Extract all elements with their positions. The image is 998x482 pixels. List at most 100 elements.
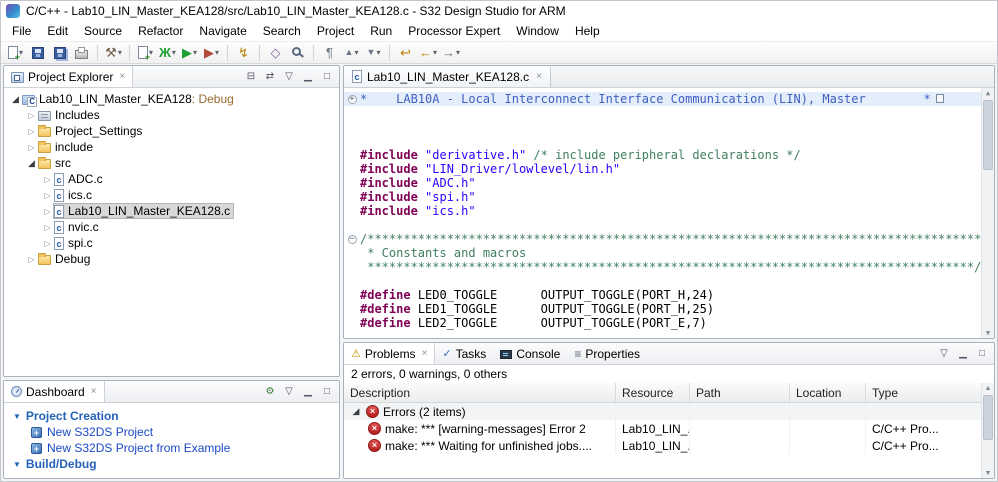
maximize-button[interactable]: □ (319, 69, 335, 85)
run-button[interactable]: ▶ ▾ (179, 43, 200, 63)
menu-search[interactable]: Search (255, 22, 309, 40)
new-c-file-button[interactable]: ▾ (135, 43, 156, 63)
column-location[interactable]: Location (790, 383, 866, 402)
menu-processor-expert[interactable]: Processor Expert (400, 22, 508, 40)
tree-item-debug[interactable]: ▷ Debug (4, 251, 339, 267)
previous-annotation-button[interactable]: ▲ ▾ (341, 43, 362, 63)
chevron-collapsed-icon[interactable]: ▷ (25, 111, 38, 120)
chevron-collapsed-icon[interactable]: ▷ (25, 127, 38, 136)
column-description[interactable]: Description (344, 383, 616, 402)
menu-source[interactable]: Source (76, 22, 130, 40)
chevron-collapsed-icon[interactable]: ▷ (41, 175, 54, 184)
code-editor[interactable]: + * LAB10A - Local Interconnect Interface… (344, 88, 994, 338)
link-new-s32ds-project-from-example[interactable]: New S32DS Project from Example (13, 440, 339, 456)
section-project-creation[interactable]: ▼ Project Creation (13, 408, 339, 424)
tree-item-project-settings[interactable]: ▷ Project_Settings (4, 123, 339, 139)
tab-project-explorer[interactable]: Project Explorer × (4, 66, 134, 87)
tree-item-include[interactable]: ▷ include (4, 139, 339, 155)
tree-item-spi-c[interactable]: ▷ spi.c (4, 235, 339, 251)
chevron-collapsed-icon[interactable]: ▷ (41, 239, 54, 248)
chevron-expanded-icon[interactable]: ◢ (350, 406, 362, 417)
problem-row[interactable]: × make: *** Waiting for unfinished jobs..… (344, 437, 994, 454)
scroll-down-icon[interactable]: ▼ (982, 328, 994, 338)
maximize-button[interactable]: □ (319, 384, 335, 400)
column-path[interactable]: Path (690, 383, 790, 402)
link-with-editor-button[interactable]: ⇄ (262, 69, 278, 85)
menu-file[interactable]: File (4, 22, 39, 40)
menu-window[interactable]: Window (508, 22, 567, 40)
show-whitespace-button[interactable]: ¶ (319, 43, 340, 63)
close-icon[interactable]: × (536, 71, 542, 82)
tree-item-main-c[interactable]: ▷ Lab10_LIN_Master_KEA128.c (4, 203, 339, 219)
forward-button[interactable]: → ▾ (440, 43, 462, 63)
search-button[interactable] (287, 43, 308, 63)
tab-editor-main-c[interactable]: Lab10_LIN_Master_KEA128.c × (344, 66, 551, 87)
column-resource[interactable]: Resource (616, 383, 690, 402)
section-build-debug[interactable]: ▼ Build/Debug (13, 456, 339, 472)
fold-expanded-icon[interactable]: − (347, 234, 357, 244)
minimize-button[interactable]: ▁ (300, 384, 316, 400)
menu-run[interactable]: Run (362, 22, 400, 40)
debug-button[interactable]: Ж ▾ (157, 43, 178, 63)
save-all-button[interactable] (49, 43, 70, 63)
save-button[interactable] (27, 43, 48, 63)
minimize-button[interactable]: ▁ (955, 346, 971, 362)
chevron-collapsed-icon[interactable]: ▷ (41, 191, 54, 200)
chevron-expanded-icon[interactable]: ◢ (9, 94, 22, 105)
open-element-button[interactable]: ◇ (265, 43, 286, 63)
menu-refactor[interactable]: Refactor (130, 22, 191, 40)
view-menu-button[interactable]: ▽ (281, 384, 297, 400)
tree-item-project-root[interactable]: ◢ Lab10_LIN_Master_KEA128: Debug (4, 91, 339, 107)
chevron-collapsed-icon[interactable]: ▷ (25, 255, 38, 264)
selected-tree-item[interactable]: Lab10_LIN_Master_KEA128.c (52, 203, 235, 219)
print-button[interactable] (71, 43, 92, 63)
tab-tasks[interactable]: ✓ Tasks (435, 343, 493, 364)
scroll-down-icon[interactable]: ▼ (982, 468, 994, 478)
last-edit-location-button[interactable]: ↩ (395, 43, 416, 63)
minimize-button[interactable]: ▁ (300, 69, 316, 85)
scrollbar-thumb[interactable] (983, 395, 993, 440)
tab-problems[interactable]: ⚠ Problems × (344, 343, 436, 364)
maximize-button[interactable]: □ (974, 346, 990, 362)
scroll-up-icon[interactable]: ▲ (982, 383, 994, 393)
scroll-up-icon[interactable]: ▲ (982, 88, 994, 98)
menu-navigate[interactable]: Navigate (191, 22, 254, 40)
chevron-collapsed-icon[interactable]: ▷ (41, 223, 54, 232)
tree-item-src[interactable]: ◢ src (4, 155, 339, 171)
back-button[interactable]: ← ▾ (417, 43, 439, 63)
close-icon[interactable]: × (422, 348, 428, 359)
tab-dashboard[interactable]: Dashboard × (4, 381, 105, 402)
problem-row[interactable]: × make: *** [warning-messages] Error 2 La… (344, 420, 994, 437)
tab-properties[interactable]: ≡ Properties (567, 343, 647, 364)
flash-programmer-button[interactable]: ↯ (233, 43, 254, 63)
tree-item-includes[interactable]: ▷ Includes (4, 107, 339, 123)
column-type[interactable]: Type (866, 383, 994, 402)
new-wizard-button[interactable]: ▾ (5, 43, 26, 63)
tree-item-nvic-c[interactable]: ▷ nvic.c (4, 219, 339, 235)
chevron-expanded-icon[interactable]: ◢ (25, 158, 38, 169)
close-icon[interactable]: × (119, 71, 125, 82)
collapsed-region-icon[interactable] (935, 94, 944, 103)
tree-item-ics-c[interactable]: ▷ ics.c (4, 187, 339, 203)
menu-help[interactable]: Help (567, 22, 608, 40)
fold-collapsed-icon[interactable]: + (347, 94, 357, 104)
close-icon[interactable]: × (91, 386, 97, 397)
view-menu-button[interactable]: ▽ (936, 346, 952, 362)
collapse-all-button[interactable]: ⊟ (243, 69, 259, 85)
menu-project[interactable]: Project (309, 22, 362, 40)
menu-edit[interactable]: Edit (39, 22, 76, 40)
problems-group-row[interactable]: ◢ × Errors (2 items) (344, 403, 994, 420)
chevron-collapsed-icon[interactable]: ▷ (41, 207, 54, 216)
view-menu-button[interactable]: ▽ (281, 69, 297, 85)
chevron-collapsed-icon[interactable]: ▷ (25, 143, 38, 152)
next-annotation-button[interactable]: ▼ ▾ (363, 43, 384, 63)
external-tools-button[interactable]: ▶ ▾ (201, 43, 222, 63)
tree-item-adc-c[interactable]: ▷ ADC.c (4, 171, 339, 187)
editor-scrollbar[interactable]: ▲ ▼ (981, 88, 994, 338)
tab-console[interactable]: Console (493, 343, 567, 364)
scrollbar-thumb[interactable] (983, 100, 993, 170)
build-button[interactable]: ⚒ ▾ (103, 43, 124, 63)
link-new-s32ds-project[interactable]: New S32DS Project (13, 424, 339, 440)
problems-scrollbar[interactable]: ▲ ▼ (981, 383, 994, 478)
gear-icon[interactable]: ⚙ (262, 384, 278, 400)
